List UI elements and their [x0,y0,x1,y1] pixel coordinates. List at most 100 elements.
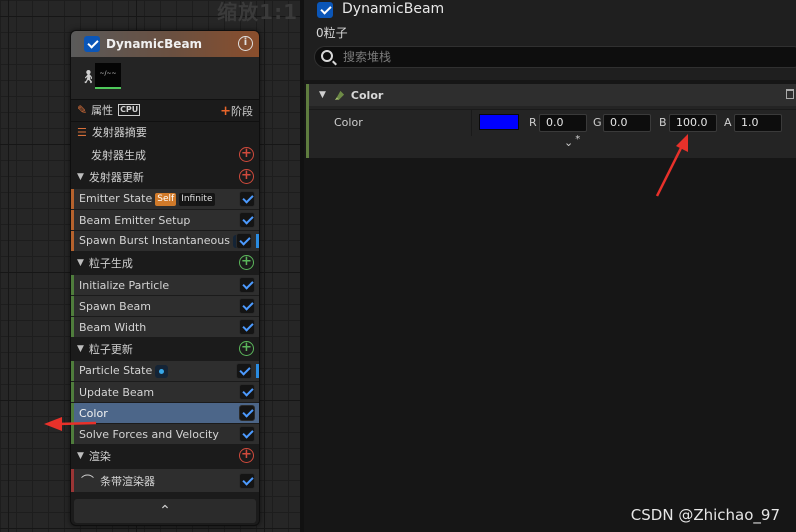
section-label: 发射器生成 [91,148,146,162]
module-color[interactable]: Color [71,402,259,423]
emitter-summary-label: 发射器摘要 [91,126,147,139]
cpu-badge: CPU [118,104,141,116]
emitter-name: DynamicBeam [342,1,445,17]
collapse-triangle-icon[interactable]: ▼ [77,344,84,354]
emitter-node[interactable]: DynamicBeam i 🚶︎ ~/~~ ✎ 属性 CPU +阶段 ☰ 发射器… [70,30,260,526]
pencil-icon: ✎ [77,103,88,117]
module-label: Spawn Burst Instantaneous [79,234,230,248]
collapse-triangle-icon[interactable]: ▼ [77,258,84,268]
collapse-triangle-icon[interactable]: ▼ [77,172,84,182]
module-label: Update Beam [79,385,155,399]
module-label: Solve Forces and Velocity [79,427,219,441]
property-label: Color [334,116,363,129]
module-beam-width[interactable]: Beam Width [71,316,259,337]
module-enabled-checkbox[interactable] [239,277,255,293]
module-particle-state[interactable]: Particle State [71,360,259,381]
module-enabled-checkbox[interactable] [236,363,252,379]
module-enabled-checkbox[interactable] [239,426,255,442]
color-swatch[interactable] [479,114,519,130]
collapse-triangle-icon[interactable]: ▼ [319,90,326,100]
section-particle-update[interactable]: ▼ 粒子更新 + [71,338,259,359]
emitter-graph-canvas[interactable]: 缩放1:1 DynamicBeam i 🚶︎ ~/~~ ✎ 属性 CPU +阶段… [0,0,304,532]
module-emitter-state[interactable]: Emitter State Self Infinite [71,188,259,209]
add-module-icon[interactable]: + [239,341,254,356]
module-update-beam[interactable]: Update Beam [71,381,259,402]
module-enabled-checkbox[interactable] [236,233,252,249]
module-enabled-checkbox[interactable] [239,319,255,335]
channel-label: B [659,116,667,129]
channel-value-input[interactable]: 0.0 [603,114,651,132]
search-stack-field[interactable] [314,46,796,68]
section-label: 发射器更新 [88,170,144,184]
channel-value-input[interactable]: 1.0 [734,114,782,132]
module-spawn-beam[interactable]: Spawn Beam [71,295,259,316]
delete-icon[interactable] [786,89,794,99]
emitter-preview-thumbnail[interactable]: ~/~~ [95,63,121,89]
module-enabled-checkbox[interactable] [239,212,255,228]
emitter-thumbnail-row: 🚶︎ ~/~~ [71,57,259,99]
channel-value-input[interactable]: 100.0 [669,114,717,132]
modified-marker: * [575,134,581,145]
module-label: 条带渲染器 [100,474,156,488]
category-label: Color [350,88,384,102]
dynamic-input-icon [155,364,169,378]
section-label: 渲染 [88,449,111,463]
section-particle-spawn[interactable]: ▼ 粒子生成 + [71,252,259,273]
add-stage-button[interactable]: +阶段 [220,103,253,119]
emitter-enabled-checkbox[interactable] [84,36,100,52]
module-label: Color [79,406,108,420]
chevron-down-icon: ⌄ [564,136,574,149]
module-spawn-burst-instantaneous[interactable]: Spawn Burst Instantaneous [71,230,259,251]
column-divider[interactable] [471,110,472,136]
add-module-icon[interactable]: + [239,255,254,270]
add-renderer-icon[interactable]: + [239,448,254,463]
particle-count: 0粒子 [316,26,348,40]
emitter-node-title: DynamicBeam [106,37,203,51]
section-render[interactable]: ▼ 渲染 + [71,445,259,466]
watermark-text: CSDN @Zhichao_97 [630,506,780,524]
search-input[interactable] [343,49,543,65]
module-label: Beam Width [79,320,147,334]
advanced-expand-toggle[interactable]: ⌄ * [564,134,581,149]
info-icon[interactable]: i [238,36,253,51]
module-label: Beam Emitter Setup [79,213,191,227]
details-header: DynamicBeam 0粒子 [304,0,796,80]
section-label: 粒子生成 [88,256,133,270]
module-enabled-checkbox[interactable] [239,405,255,421]
add-module-icon[interactable]: + [239,169,254,184]
category-header[interactable]: ▼ Color [309,84,796,106]
module-color-icon [334,90,345,100]
ribbon-renderer-icon: ⌒ [81,475,95,490]
add-module-icon[interactable]: + [239,147,254,162]
color-property-row: Color R 0.0 G 0.0 B 100.0 A 1.0 [309,109,796,136]
module-beam-emitter-setup[interactable]: Beam Emitter Setup [71,209,259,230]
channel-label: G [593,116,602,129]
section-emitter-update[interactable]: ▼ 发射器更新 + [71,166,259,187]
channel-value-input[interactable]: 0.0 [539,114,587,132]
module-solve-forces-and-velocity[interactable]: Solve Forces and Velocity [71,423,259,444]
list-icon: ☰ [77,125,87,139]
search-icon [321,50,333,62]
section-emitter-spawn[interactable]: 发射器生成 + [71,144,259,165]
module-label: Initialize Particle [79,278,170,292]
emitter-enabled-checkbox[interactable] [317,2,333,18]
module-enabled-checkbox[interactable] [239,473,255,489]
emitter-node-header[interactable]: DynamicBeam i [71,31,259,57]
emitter-node-footer: ⌃ [71,497,259,525]
color-module-category: ▼ Color Color R 0.0 G 0.0 B 100.0 A 1.0 … [306,84,796,158]
self-badge: Self [155,192,177,206]
collapse-node-button[interactable]: ⌃ [74,499,256,523]
channel-label: A [724,116,732,129]
plus-icon: + [220,104,231,119]
module-initialize-particle[interactable]: Initialize Particle [71,274,259,295]
module-enabled-checkbox[interactable] [239,298,255,314]
scrollbar-marker [256,364,259,378]
module-enabled-checkbox[interactable] [239,384,255,400]
emitter-summary-row[interactable]: ☰ 发射器摘要 [71,121,259,142]
properties-label: 属性 [91,104,114,117]
properties-row[interactable]: ✎ 属性 CPU +阶段 [71,99,259,120]
module-enabled-checkbox[interactable] [239,191,255,207]
collapse-triangle-icon[interactable]: ▼ [77,451,84,461]
renderer-ribbon[interactable]: ⌒ 条带渲染器 [71,468,259,492]
channel-label: R [529,116,537,129]
